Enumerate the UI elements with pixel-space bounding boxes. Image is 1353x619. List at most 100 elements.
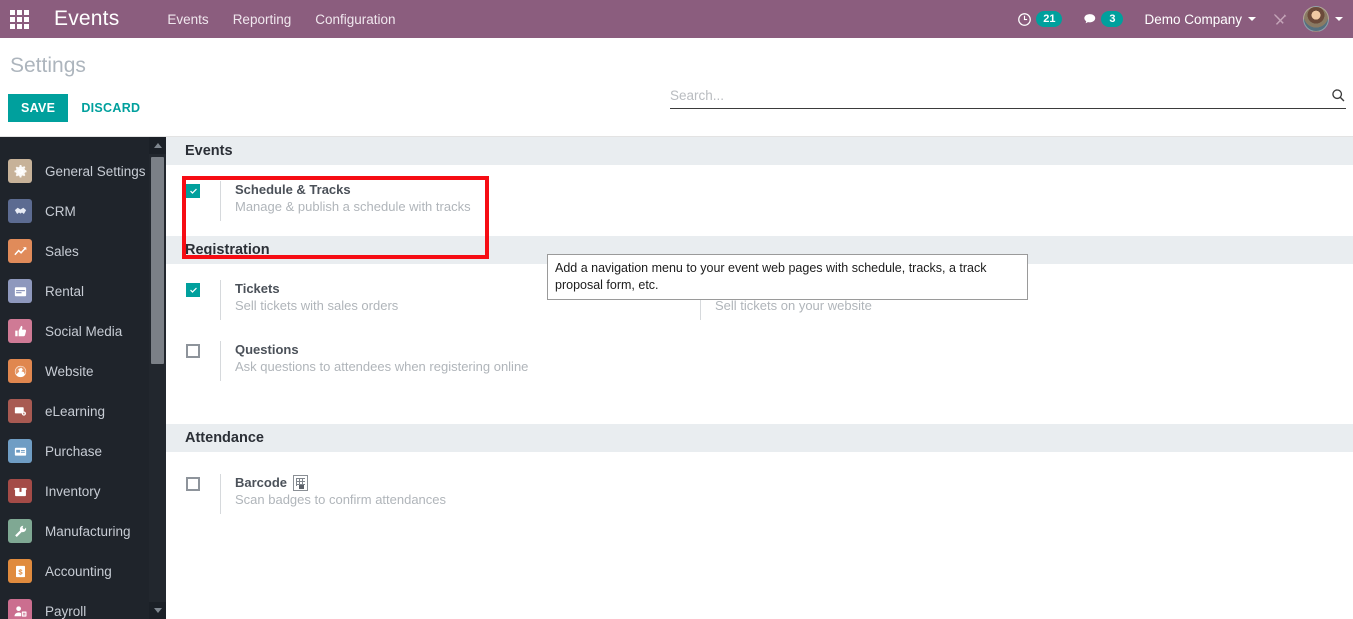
clock-icon xyxy=(1018,12,1032,26)
chat-bubble-icon xyxy=(1084,13,1096,23)
wrench-screwdriver-icon xyxy=(1274,13,1287,25)
chevron-down-icon xyxy=(1335,17,1343,21)
sidebar-item-accounting[interactable]: $ Accounting xyxy=(0,551,152,591)
messages-count-badge: 3 xyxy=(1101,11,1124,27)
setting-help-text: Sell tickets on your website xyxy=(715,298,872,313)
user-menu[interactable] xyxy=(1299,6,1343,32)
sidebar-item-label: Social Media xyxy=(45,323,123,339)
sidebar-item-label: Website xyxy=(45,363,94,379)
setting-text: Barcode Scan badges to confirm attendanc… xyxy=(235,474,446,509)
sidebar-item-list: General Settings CRM Sales Rental Social xyxy=(0,137,152,619)
action-buttons: SAVE DISCARD xyxy=(8,94,153,122)
sidebar-item-manufacturing[interactable]: Manufacturing xyxy=(0,511,152,551)
company-switcher[interactable]: Demo Company xyxy=(1134,8,1260,31)
scroll-up-arrow[interactable] xyxy=(149,137,166,154)
menu-item-events[interactable]: Events xyxy=(155,3,220,36)
globe-icon xyxy=(8,359,32,383)
chart-line-icon xyxy=(8,239,32,263)
chevron-up-icon xyxy=(153,143,162,148)
section-header-events: Events xyxy=(166,137,1353,165)
setting-text: Questions Ask questions to attendees whe… xyxy=(235,341,528,376)
row-divider xyxy=(220,181,221,221)
row-divider xyxy=(220,341,221,381)
sidebar-item-social-media[interactable]: Social Media xyxy=(0,311,152,351)
sidebar-item-rental[interactable]: Rental xyxy=(0,271,152,311)
setting-label: Schedule & Tracks xyxy=(235,182,351,197)
search-icon[interactable] xyxy=(1331,88,1346,103)
apps-sidebar: General Settings CRM Sales Rental Social xyxy=(0,137,166,619)
sidebar-item-label: Inventory xyxy=(45,483,101,499)
user-badge-icon xyxy=(8,599,32,619)
setting-label: Barcode xyxy=(235,474,446,491)
page-title: Settings xyxy=(10,54,86,77)
sidebar-item-label: Payroll xyxy=(45,603,87,619)
section-header-attendance: Attendance xyxy=(166,424,1353,452)
scrollbar-thumb[interactable] xyxy=(151,157,164,364)
questions-checkbox[interactable] xyxy=(186,344,200,358)
enterprise-badge-icon xyxy=(293,474,309,491)
thumbs-up-icon xyxy=(8,319,32,343)
check-icon xyxy=(189,287,197,293)
chevron-down-icon xyxy=(1248,17,1256,21)
menu-item-reporting[interactable]: Reporting xyxy=(221,3,304,36)
sidebar-item-label: Sales xyxy=(45,243,79,259)
sidebar-item-purchase[interactable]: Purchase xyxy=(0,431,152,471)
navbar-right-group: 21 3 Demo Company xyxy=(1008,6,1353,32)
setting-text: Schedule & Tracks Manage & publish a sch… xyxy=(235,181,471,216)
top-navbar: Events Events Reporting Configuration 21… xyxy=(0,0,1353,38)
chevron-down-icon xyxy=(153,608,162,613)
sidebar-item-website[interactable]: Website xyxy=(0,351,152,391)
setting-schedule-and-tracks[interactable]: Schedule & Tracks Manage & publish a sch… xyxy=(166,181,1353,221)
control-panel: Settings SAVE DISCARD xyxy=(0,38,1353,137)
search-bar xyxy=(670,88,1346,109)
sidebar-item-label: CRM xyxy=(45,203,76,219)
card-icon xyxy=(8,439,32,463)
box-icon xyxy=(8,479,32,503)
apps-grid-glyph xyxy=(9,9,29,29)
wrench-icon xyxy=(8,519,32,543)
sidebar-item-general-settings[interactable]: General Settings xyxy=(0,151,152,191)
settings-content: Events Schedule & Tracks Manage & publis… xyxy=(166,137,1353,619)
setting-help-text: Manage & publish a schedule with tracks xyxy=(235,199,471,214)
menu-item-configuration[interactable]: Configuration xyxy=(303,3,407,36)
setting-barcode[interactable]: Barcode Scan badges to confirm attendanc… xyxy=(166,474,1353,514)
scroll-down-arrow[interactable] xyxy=(149,602,166,619)
search-input[interactable] xyxy=(670,88,1331,103)
developer-tools-menu[interactable] xyxy=(1262,8,1297,31)
avatar xyxy=(1303,6,1329,32)
row-divider xyxy=(220,280,221,320)
sidebar-item-inventory[interactable]: Inventory xyxy=(0,471,152,511)
sidebar-item-label: Accounting xyxy=(45,563,112,579)
app-brand-title[interactable]: Events xyxy=(54,7,119,31)
setting-help-text: Ask questions to attendees when register… xyxy=(235,359,529,374)
activities-menu[interactable]: 21 xyxy=(1008,7,1071,31)
presentation-icon xyxy=(8,399,32,423)
save-button[interactable]: SAVE xyxy=(8,94,69,122)
barcode-checkbox[interactable] xyxy=(186,477,200,491)
setting-label: Questions xyxy=(235,342,299,357)
sidebar-scrollbar[interactable] xyxy=(149,137,166,619)
setting-help-text: Scan badges to confirm attendances xyxy=(235,492,447,507)
setting-text: Tickets Sell tickets with sales orders xyxy=(235,280,398,315)
section-body-attendance: Barcode Scan badges to confirm attendanc… xyxy=(166,452,1353,529)
tickets-checkbox[interactable] xyxy=(186,283,200,297)
sidebar-item-label: Manufacturing xyxy=(45,523,131,539)
apps-grid-icon[interactable] xyxy=(0,0,38,38)
discard-button[interactable]: DISCARD xyxy=(68,94,153,122)
sidebar-item-label: General Settings xyxy=(45,163,146,179)
sidebar-item-elearning[interactable]: eLearning xyxy=(0,391,152,431)
tooltip: Add a navigation menu to your event web … xyxy=(547,254,1028,300)
main-menu: Events Reporting Configuration xyxy=(155,3,407,36)
sidebar-item-sales[interactable]: Sales xyxy=(0,231,152,271)
setting-questions[interactable]: Questions Ask questions to attendees whe… xyxy=(166,341,1353,381)
company-name-label: Demo Company xyxy=(1144,11,1242,27)
calendar-icon xyxy=(8,279,32,303)
sidebar-item-label: eLearning xyxy=(45,403,106,419)
handshake-icon xyxy=(8,199,32,223)
sidebar-item-crm[interactable]: CRM xyxy=(0,191,152,231)
messages-menu[interactable]: 3 xyxy=(1073,7,1132,31)
sidebar-item-payroll[interactable]: Payroll xyxy=(0,591,152,619)
sidebar-item-label: Rental xyxy=(45,283,85,299)
schedule-tracks-checkbox[interactable] xyxy=(186,184,200,198)
setting-label: Tickets xyxy=(235,281,280,296)
